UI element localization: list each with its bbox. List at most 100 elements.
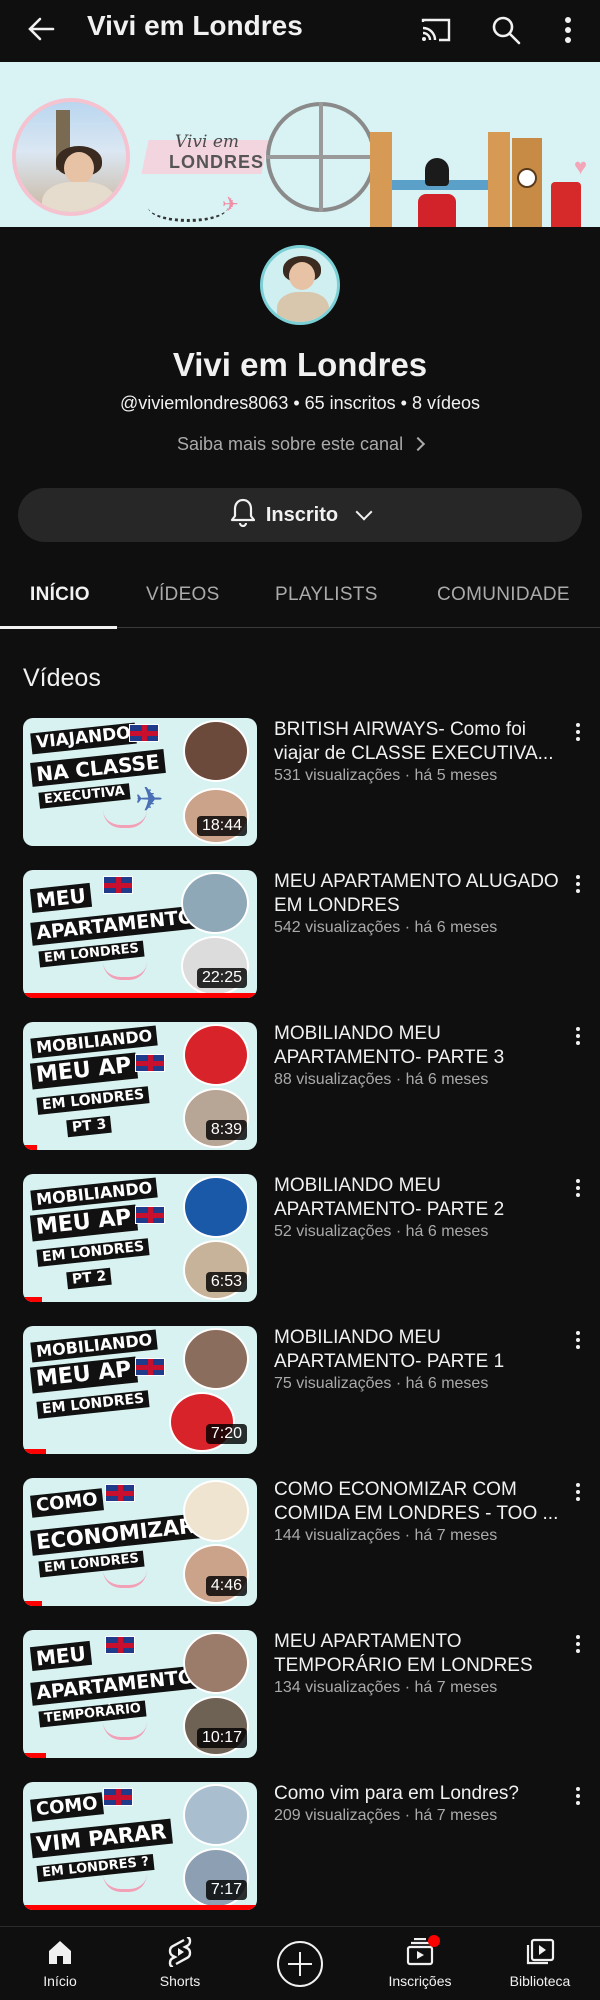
watch-progress-bar	[23, 1297, 42, 1302]
video-title[interactable]: MOBILIANDO MEU APARTAMENTO- PARTE 2	[274, 1174, 564, 1222]
banner-portrait-image	[12, 98, 130, 216]
watch-progress-bar	[23, 1753, 47, 1758]
watch-progress-bar	[23, 1601, 42, 1606]
banner-logo: Vivi em LONDRES	[141, 124, 269, 194]
video-duration: 7:17	[205, 1880, 247, 1900]
airplane-icon: ✈	[222, 194, 239, 216]
video-item[interactable]: VIAJANDO NA CLASSE EXECUTIVA ✈ 18:44 BRI…	[0, 718, 600, 850]
watch-progress-bar	[23, 1145, 38, 1150]
video-item[interactable]: COMO VIM PARAR EM LONDRES ? 7:17 Como vi…	[0, 1782, 600, 1914]
more-vertical-icon[interactable]	[570, 1784, 586, 1808]
video-thumbnail[interactable]: MOBILIANDO MEU AP EM LONDRES PT 2 6:53	[23, 1174, 257, 1302]
more-vertical-icon[interactable]	[570, 1328, 586, 1352]
video-item[interactable]: COMO ECONOMIZAR EM LONDRES 4:46 COMO ECO…	[0, 1478, 600, 1610]
video-meta: 52 visualizações · há 6 meses	[274, 1223, 489, 1240]
video-meta: 144 visualizações · há 7 meses	[274, 1527, 498, 1544]
video-thumbnail[interactable]: VIAJANDO NA CLASSE EXECUTIVA ✈ 18:44	[23, 718, 257, 846]
channel-tabs: INÍCIO VÍDEOS PLAYLISTS COMUNIDADE	[0, 570, 600, 628]
tab-videos[interactable]: VÍDEOS	[146, 584, 220, 606]
page-title: Vivi em Londres	[87, 10, 303, 41]
more-vertical-icon[interactable]	[570, 1480, 586, 1504]
video-meta: 542 visualizações · há 6 meses	[274, 919, 498, 936]
chevron-right-icon	[410, 436, 426, 452]
big-ben-illustration	[512, 138, 542, 227]
video-meta: 134 visualizações · há 7 meses	[274, 1679, 498, 1696]
video-duration: 18:44	[196, 816, 247, 836]
nav-home-label: Início	[43, 1973, 77, 1989]
london-eye-illustration	[266, 102, 376, 212]
channel-about-label[interactable]: Saiba mais sobre este canal	[177, 434, 403, 454]
nav-library[interactable]: Biblioteca	[490, 1933, 590, 1989]
more-vertical-icon[interactable]	[570, 1024, 586, 1048]
library-icon	[490, 1933, 590, 1971]
active-tab-indicator	[0, 626, 117, 629]
nav-home[interactable]: Início	[10, 1933, 110, 1989]
channel-name: Vivi em Londres	[172, 346, 428, 383]
video-thumbnail[interactable]: MOBILIANDO MEU AP EM LONDRES 7:20	[23, 1326, 257, 1454]
video-duration: 6:53	[205, 1272, 247, 1292]
tab-inicio[interactable]: INÍCIO	[30, 584, 90, 606]
tab-comunidade[interactable]: COMUNIDADE	[437, 584, 570, 606]
video-duration: 10:17	[196, 1728, 247, 1748]
video-duration: 4:46	[205, 1576, 247, 1596]
subscribed-button[interactable]: Inscrito	[18, 488, 582, 542]
channel-avatar[interactable]	[260, 245, 340, 325]
home-icon	[10, 1933, 110, 1971]
more-vertical-icon[interactable]	[550, 12, 586, 48]
cast-icon[interactable]	[418, 12, 454, 48]
channel-banner: Vivi em LONDRES ✈ ♥	[0, 62, 600, 227]
nav-library-label: Biblioteca	[509, 1973, 571, 1989]
video-item[interactable]: MEU APARTAMENTO EM LONDRES 22:25 MEU APA…	[0, 870, 600, 1002]
video-meta: 75 visualizações · há 6 meses	[274, 1375, 489, 1392]
video-duration: 7:20	[205, 1424, 247, 1444]
video-thumbnail[interactable]: MEU APARTAMENTO EM LONDRES 22:25	[23, 870, 257, 998]
nav-subscriptions[interactable]: Inscrições	[370, 1933, 470, 1989]
more-vertical-icon[interactable]	[570, 1176, 586, 1200]
tab-playlists[interactable]: PLAYLISTS	[275, 584, 378, 606]
video-meta: 209 visualizações · há 7 meses	[274, 1807, 498, 1824]
channel-about-link[interactable]: Saiba mais sobre este canal	[0, 434, 600, 455]
video-title[interactable]: MOBILIANDO MEU APARTAMENTO- PARTE 1	[274, 1326, 564, 1374]
video-item[interactable]: MEU APARTAMENTO TEMPORÁRIO 10:17 MEU APA…	[0, 1630, 600, 1762]
subscribed-label: Inscrito	[265, 503, 339, 526]
video-item[interactable]: MOBILIANDO MEU AP EM LONDRES 7:20 MOBILI…	[0, 1326, 600, 1458]
chevron-down-icon	[355, 503, 373, 521]
guard-illustration	[418, 158, 456, 227]
search-icon[interactable]	[488, 12, 524, 48]
video-thumbnail[interactable]: COMO ECONOMIZAR EM LONDRES 4:46	[23, 1478, 257, 1606]
video-duration: 8:39	[205, 1120, 247, 1140]
more-vertical-icon[interactable]	[570, 1632, 586, 1656]
video-item[interactable]: MOBILIANDO MEU AP EM LONDRES PT 2 6:53 M…	[0, 1174, 600, 1306]
create-icon[interactable]	[277, 1941, 323, 1987]
video-meta: 88 visualizações · há 6 meses	[274, 1071, 489, 1088]
video-thumbnail[interactable]: MOBILIANDO MEU AP EM LONDRES PT 3 8:39	[23, 1022, 257, 1150]
channel-meta: @viviemlondres8063 • 65 inscritos • 8 ví…	[119, 393, 481, 413]
video-meta: 531 visualizações · há 5 meses	[274, 767, 498, 784]
video-title[interactable]: Como vim para em Londres?	[274, 1782, 564, 1806]
nav-subscriptions-label: Inscrições	[388, 1973, 452, 1989]
watch-progress-bar	[23, 1905, 257, 1910]
more-vertical-icon[interactable]	[570, 720, 586, 744]
video-title[interactable]: COMO ECONOMIZAR COM COMIDA EM LONDRES - …	[274, 1478, 564, 1526]
video-thumbnail[interactable]: COMO VIM PARAR EM LONDRES ? 7:17	[23, 1782, 257, 1910]
bell-icon	[230, 497, 256, 533]
video-title[interactable]: MEU APARTAMENTO ALUGADO EM LONDRES	[274, 870, 564, 918]
watch-progress-bar	[23, 1449, 47, 1454]
video-duration: 22:25	[196, 968, 247, 988]
video-title[interactable]: MEU APARTAMENTO TEMPORÁRIO EM LONDRES	[274, 1630, 564, 1678]
phone-box-illustration	[551, 182, 581, 227]
notification-dot	[428, 1935, 440, 1947]
top-app-bar: Vivi em Londres	[0, 0, 600, 58]
more-vertical-icon[interactable]	[570, 872, 586, 896]
video-title[interactable]: BRITISH AIRWAYS- Como foi viajar de CLAS…	[274, 718, 564, 766]
section-title: Vídeos	[23, 664, 101, 692]
subscriptions-icon	[370, 1933, 470, 1971]
nav-shorts-label: Shorts	[159, 1973, 201, 1989]
video-item[interactable]: MOBILIANDO MEU AP EM LONDRES PT 3 8:39 M…	[0, 1022, 600, 1154]
video-title[interactable]: MOBILIANDO MEU APARTAMENTO- PARTE 3	[274, 1022, 564, 1070]
watch-progress-bar	[23, 993, 257, 998]
video-thumbnail[interactable]: MEU APARTAMENTO TEMPORÁRIO 10:17	[23, 1630, 257, 1758]
nav-shorts[interactable]: Shorts	[130, 1933, 230, 1989]
shorts-icon	[130, 1933, 230, 1971]
back-arrow-icon[interactable]	[24, 12, 58, 46]
